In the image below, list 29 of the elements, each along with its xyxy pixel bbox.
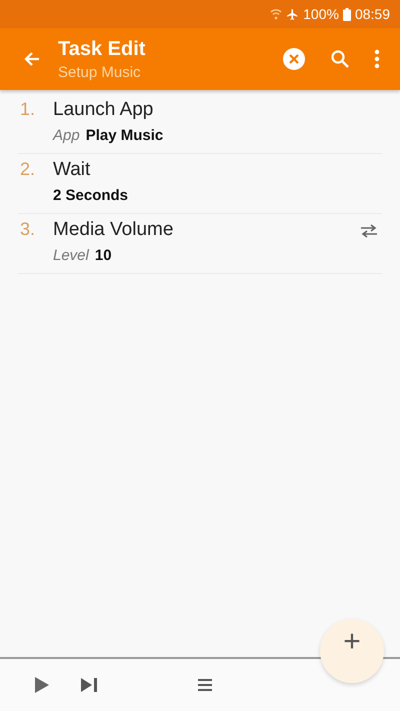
action-title: Wait: [53, 158, 92, 181]
parameter-value: 2 Seconds: [53, 187, 128, 204]
action-row[interactable]: 1. Launch App App Play Music: [18, 94, 382, 154]
action-title: Launch App: [53, 98, 154, 121]
wifi-icon: [270, 8, 282, 20]
play-icon: [34, 676, 50, 694]
close-icon: [282, 47, 306, 71]
action-title: Media Volume: [53, 218, 174, 241]
step-number: 1.: [19, 98, 36, 120]
screen-subtitle: Setup Music: [58, 64, 142, 80]
clock-time: 08:59: [354, 6, 390, 22]
parameter-label: App: [53, 127, 80, 144]
action-row[interactable]: 3. Media Volume Level 10: [18, 214, 382, 274]
parameter-value: 10: [94, 247, 112, 264]
action-row[interactable]: 2. Wait 2 Seconds: [18, 154, 382, 214]
step-number: 2.: [19, 158, 36, 180]
parameter-value: Play Music: [86, 127, 164, 144]
skip-next-icon: [80, 677, 98, 693]
battery-level: 100%: [303, 6, 339, 22]
more-icon: [374, 49, 380, 69]
parameter-label: Level: [53, 247, 89, 264]
battery-icon: [342, 8, 351, 20]
step-number: 3.: [19, 218, 36, 240]
menu-icon: [198, 679, 212, 691]
swap-arrows-icon: [360, 224, 378, 238]
airplane-icon: [286, 8, 300, 20]
screen-title: Task Edit: [58, 38, 146, 60]
search-icon: [330, 49, 350, 69]
add-button[interactable]: +: [320, 619, 384, 683]
